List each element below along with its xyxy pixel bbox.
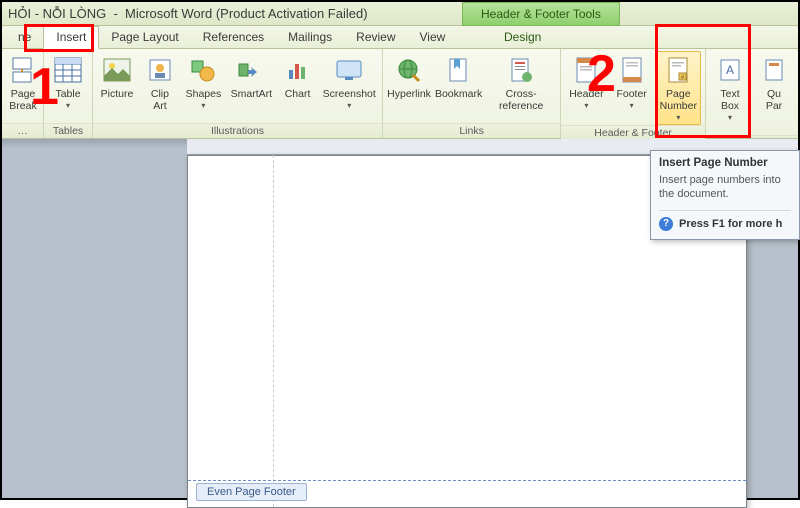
tab-insert[interactable]: Insert	[43, 26, 99, 49]
picture-icon	[101, 54, 133, 86]
title-bar: HỎI - NỖI LÒNG - Microsoft Word (Product…	[2, 2, 798, 26]
shapes-icon	[187, 54, 219, 86]
group-tables-label: Tables	[44, 123, 92, 138]
group-illustrations-label: Illustrations	[93, 123, 382, 138]
header-icon	[570, 54, 602, 86]
screenshot-button[interactable]: Screenshot ▾	[320, 51, 378, 113]
smartart-label: SmartArt	[231, 88, 272, 100]
dropdown-icon: ▾	[584, 101, 588, 110]
quick-parts-icon	[758, 54, 790, 86]
footer-icon	[616, 54, 648, 86]
footer-section-tab[interactable]: Even Page Footer	[196, 483, 307, 501]
dropdown-icon: ▾	[676, 113, 680, 122]
shapes-label: Shapes	[186, 88, 222, 100]
header-button[interactable]: Header ▾	[565, 51, 607, 113]
tooltip-help-text: Press F1 for more h	[679, 218, 782, 230]
picture-button[interactable]: Picture	[97, 51, 137, 103]
tooltip-help: ? Press F1 for more h	[659, 210, 791, 231]
footer-separator	[188, 480, 746, 481]
screenshot-icon	[333, 54, 365, 86]
dropdown-icon: ▾	[728, 113, 732, 122]
help-icon: ?	[659, 217, 673, 231]
smartart-icon	[235, 54, 267, 86]
group-header-footer-label: Header & Footer	[561, 125, 705, 140]
tab-home-fragment[interactable]: ne	[6, 27, 43, 48]
document-title: HỎI - NỖI LÒNG	[8, 6, 106, 21]
tooltip-body: Insert page numbers into the document.	[659, 173, 791, 202]
cross-reference-icon	[505, 54, 537, 86]
activation-status: (Product Activation Failed)	[216, 6, 368, 21]
app-name: Microsoft Word	[125, 6, 212, 21]
page-number-button[interactable]: # Page Number ▾	[656, 51, 701, 125]
page-break-button[interactable]: Page Break	[6, 51, 40, 115]
cross-reference-label: Cross-reference	[490, 88, 552, 112]
chart-label: Chart	[285, 88, 311, 100]
clip-art-icon	[144, 54, 176, 86]
cross-reference-button[interactable]: Cross-reference	[486, 51, 556, 115]
page-number-icon: #	[662, 54, 694, 86]
contextual-tab-title: Header & Footer Tools	[462, 2, 620, 26]
clip-art-label: Clip Art	[151, 88, 169, 112]
screenshot-label: Screenshot	[323, 88, 376, 100]
group-pages-label: …	[2, 123, 43, 138]
text-box-label: Text Box	[720, 88, 739, 112]
hyperlink-button[interactable]: Hyperlink	[387, 51, 431, 103]
header-label: Header	[569, 88, 603, 100]
dropdown-icon: ▾	[630, 101, 634, 110]
tab-references[interactable]: References	[191, 27, 276, 48]
tab-mailings[interactable]: Mailings	[276, 27, 344, 48]
clip-art-button[interactable]: Clip Art	[141, 51, 179, 115]
group-text-label	[706, 135, 798, 138]
quick-parts-button[interactable]: Qu Par	[754, 51, 794, 115]
ribbon-insert: Page Break … Table ▾ Tables Picture C	[2, 49, 798, 139]
title-sep: -	[106, 6, 125, 21]
smartart-button[interactable]: SmartArt	[228, 51, 275, 103]
text-box-icon: A	[714, 54, 746, 86]
table-icon	[52, 54, 84, 86]
left-margin-guide	[273, 155, 274, 507]
bookmark-icon	[443, 54, 475, 86]
page-number-tooltip: Insert Page Number Insert page numbers i…	[650, 150, 800, 240]
bookmark-label: Bookmark	[435, 88, 482, 100]
svg-text:A: A	[726, 63, 734, 77]
group-header-footer: Header ▾ Footer ▾ # Page Number ▾ Header…	[561, 49, 706, 138]
table-button[interactable]: Table ▾	[48, 51, 88, 113]
page-break-label: Page Break	[9, 88, 36, 112]
tab-view[interactable]: View	[408, 27, 458, 48]
page-break-icon	[7, 54, 39, 86]
shapes-button[interactable]: Shapes ▾	[183, 51, 224, 113]
page-number-label: Page Number	[660, 88, 697, 112]
footer-label: Footer	[616, 88, 646, 100]
group-links: Hyperlink Bookmark Cross-reference Links	[383, 49, 561, 138]
picture-label: Picture	[101, 88, 134, 100]
tab-review[interactable]: Review	[344, 27, 407, 48]
group-pages: Page Break …	[2, 49, 44, 138]
dropdown-icon: ▾	[66, 101, 70, 110]
bookmark-button[interactable]: Bookmark	[435, 51, 482, 103]
ribbon-tabs: ne Insert Page Layout References Mailing…	[2, 26, 798, 49]
group-tables: Table ▾ Tables	[44, 49, 93, 138]
chart-icon	[282, 54, 314, 86]
dropdown-icon: ▾	[347, 101, 351, 110]
tab-page-layout[interactable]: Page Layout	[99, 27, 190, 48]
dropdown-icon: ▾	[201, 101, 205, 110]
tab-design[interactable]: Design	[492, 27, 553, 48]
hyperlink-label: Hyperlink	[387, 88, 431, 100]
table-label: Table	[55, 88, 80, 100]
group-links-label: Links	[383, 123, 560, 138]
group-illustrations: Picture Clip Art Shapes ▾ SmartArt Chart	[93, 49, 383, 138]
text-box-button[interactable]: A Text Box ▾	[710, 51, 750, 125]
tooltip-title: Insert Page Number	[659, 157, 791, 169]
hyperlink-icon	[393, 54, 425, 86]
chart-button[interactable]: Chart	[279, 51, 317, 103]
footer-button[interactable]: Footer ▾	[612, 51, 652, 113]
group-text: A Text Box ▾ Qu Par	[706, 49, 798, 138]
quick-parts-label: Qu Par	[766, 88, 782, 112]
